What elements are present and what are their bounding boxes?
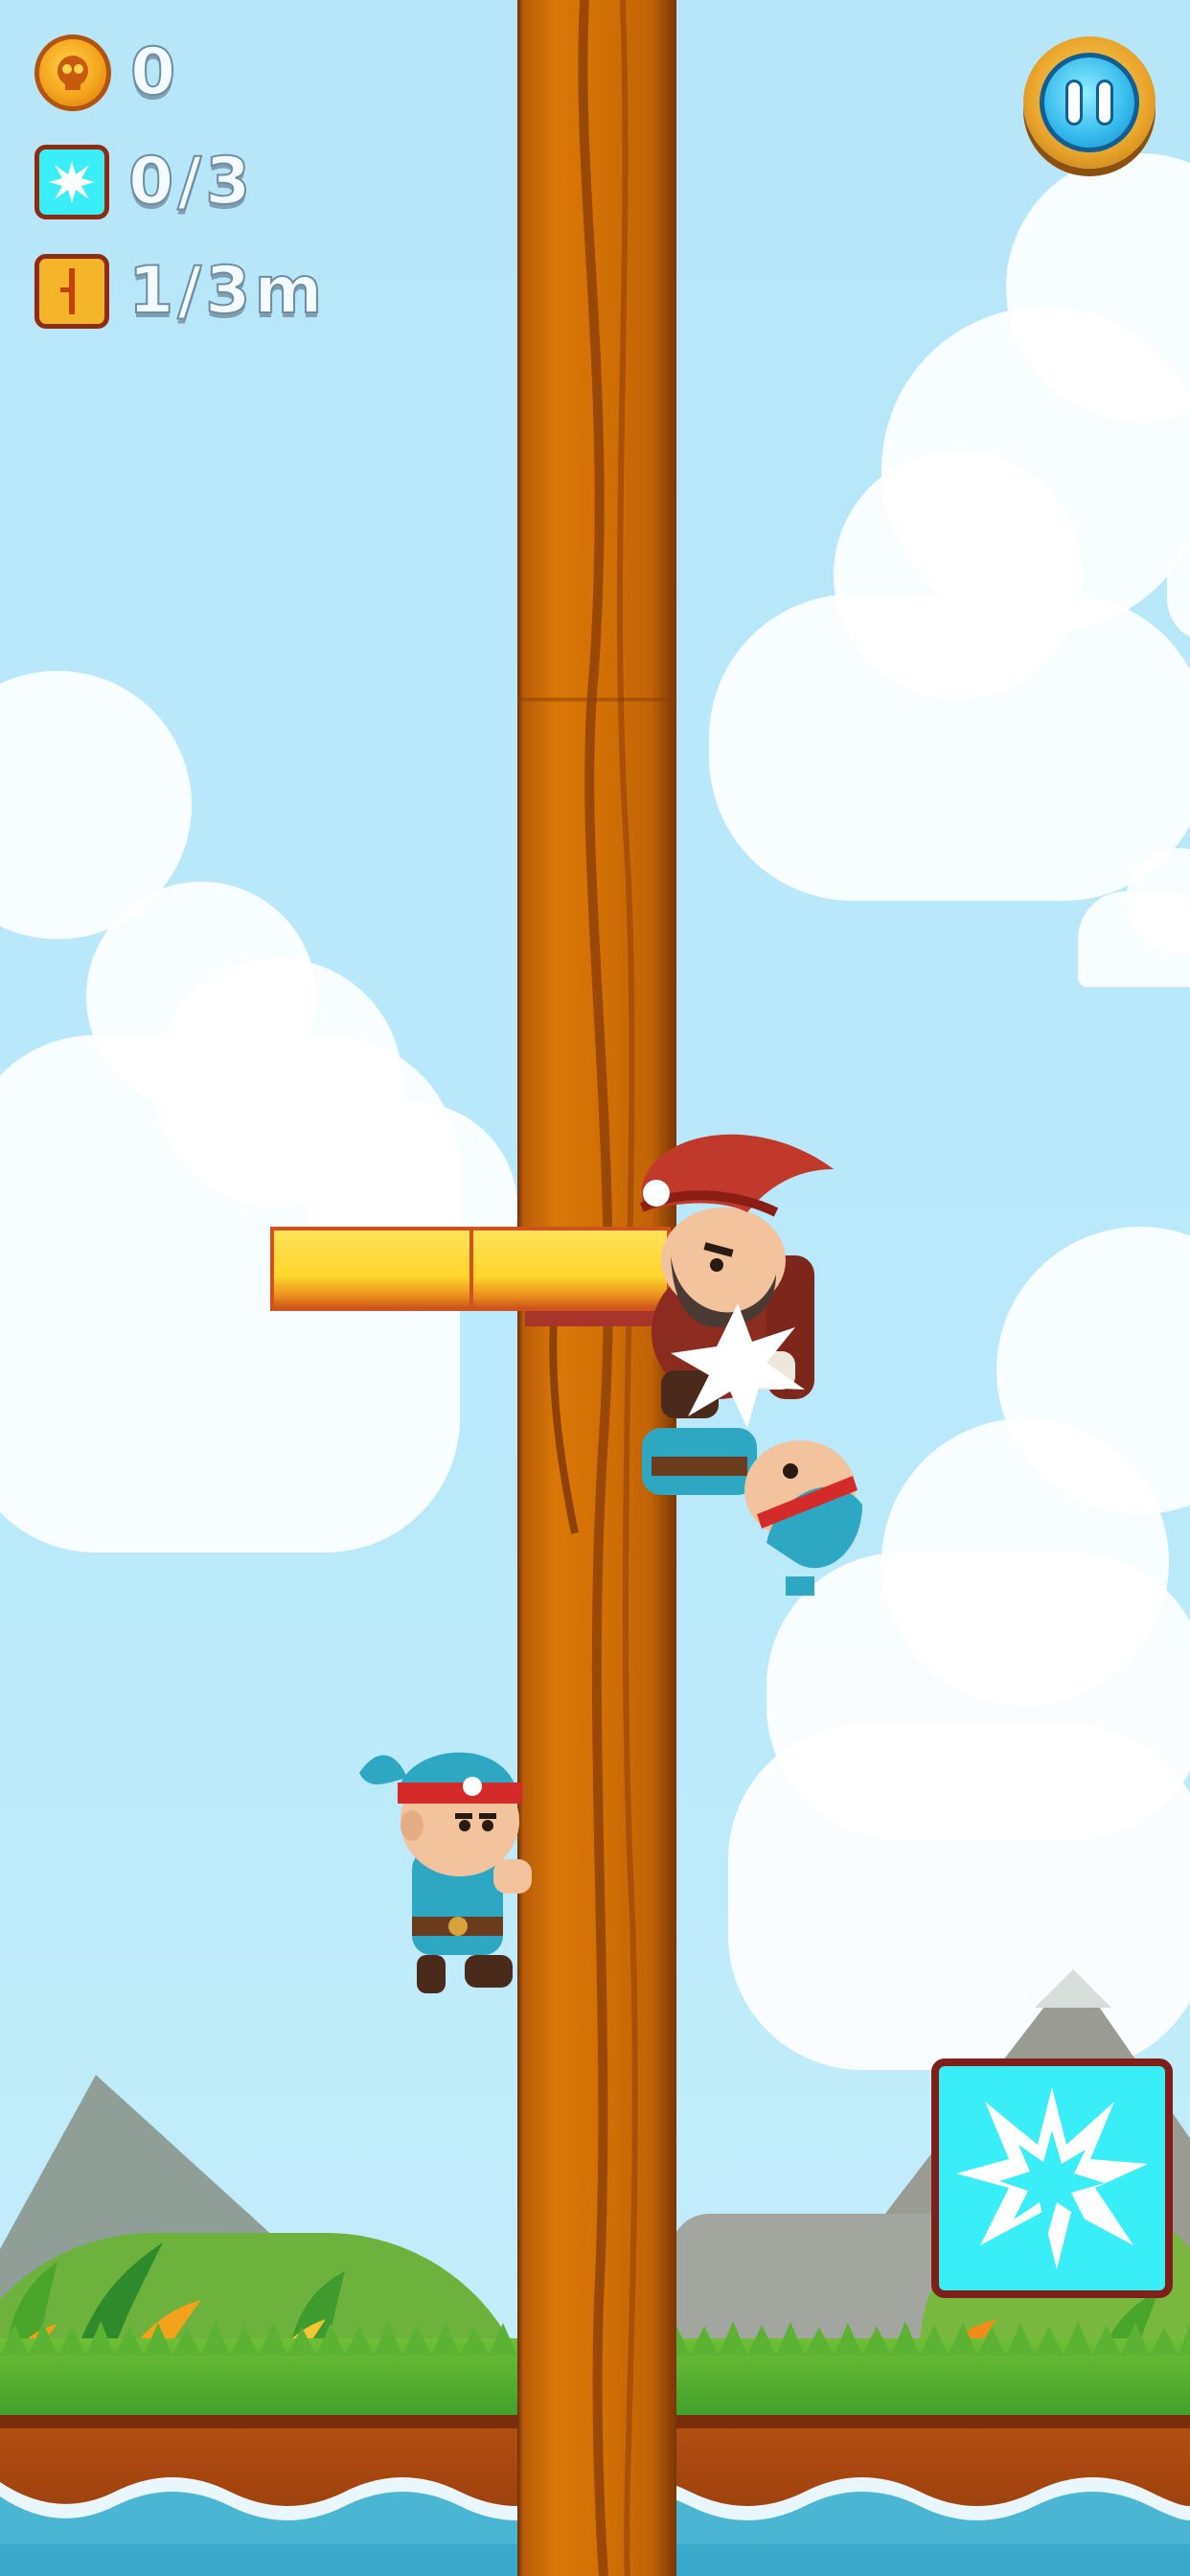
- falling-pirate: [642, 1428, 862, 1596]
- player-pirate: [359, 1752, 532, 1993]
- hud-special: 0/3: [34, 142, 254, 222]
- skull-coin-icon: [34, 34, 111, 111]
- special-count: 0/3: [127, 144, 255, 219]
- coin-count: 0: [129, 34, 180, 110]
- hud-height: 1/3m: [34, 251, 326, 332]
- pause-icon: [1040, 53, 1139, 152]
- height-progress: 1/3m: [127, 253, 327, 329]
- special-attack-button[interactable]: [931, 2058, 1173, 2298]
- hud-coins: 0: [34, 33, 179, 113]
- pause-button[interactable]: [1023, 36, 1156, 169]
- game-scene: 0 0/3 1/3m: [0, 0, 1190, 2576]
- burst-icon: [956, 2087, 1148, 2269]
- height-marker-icon: [34, 254, 109, 329]
- beam-segment-left: [270, 1227, 473, 1311]
- burst-icon: [34, 145, 109, 219]
